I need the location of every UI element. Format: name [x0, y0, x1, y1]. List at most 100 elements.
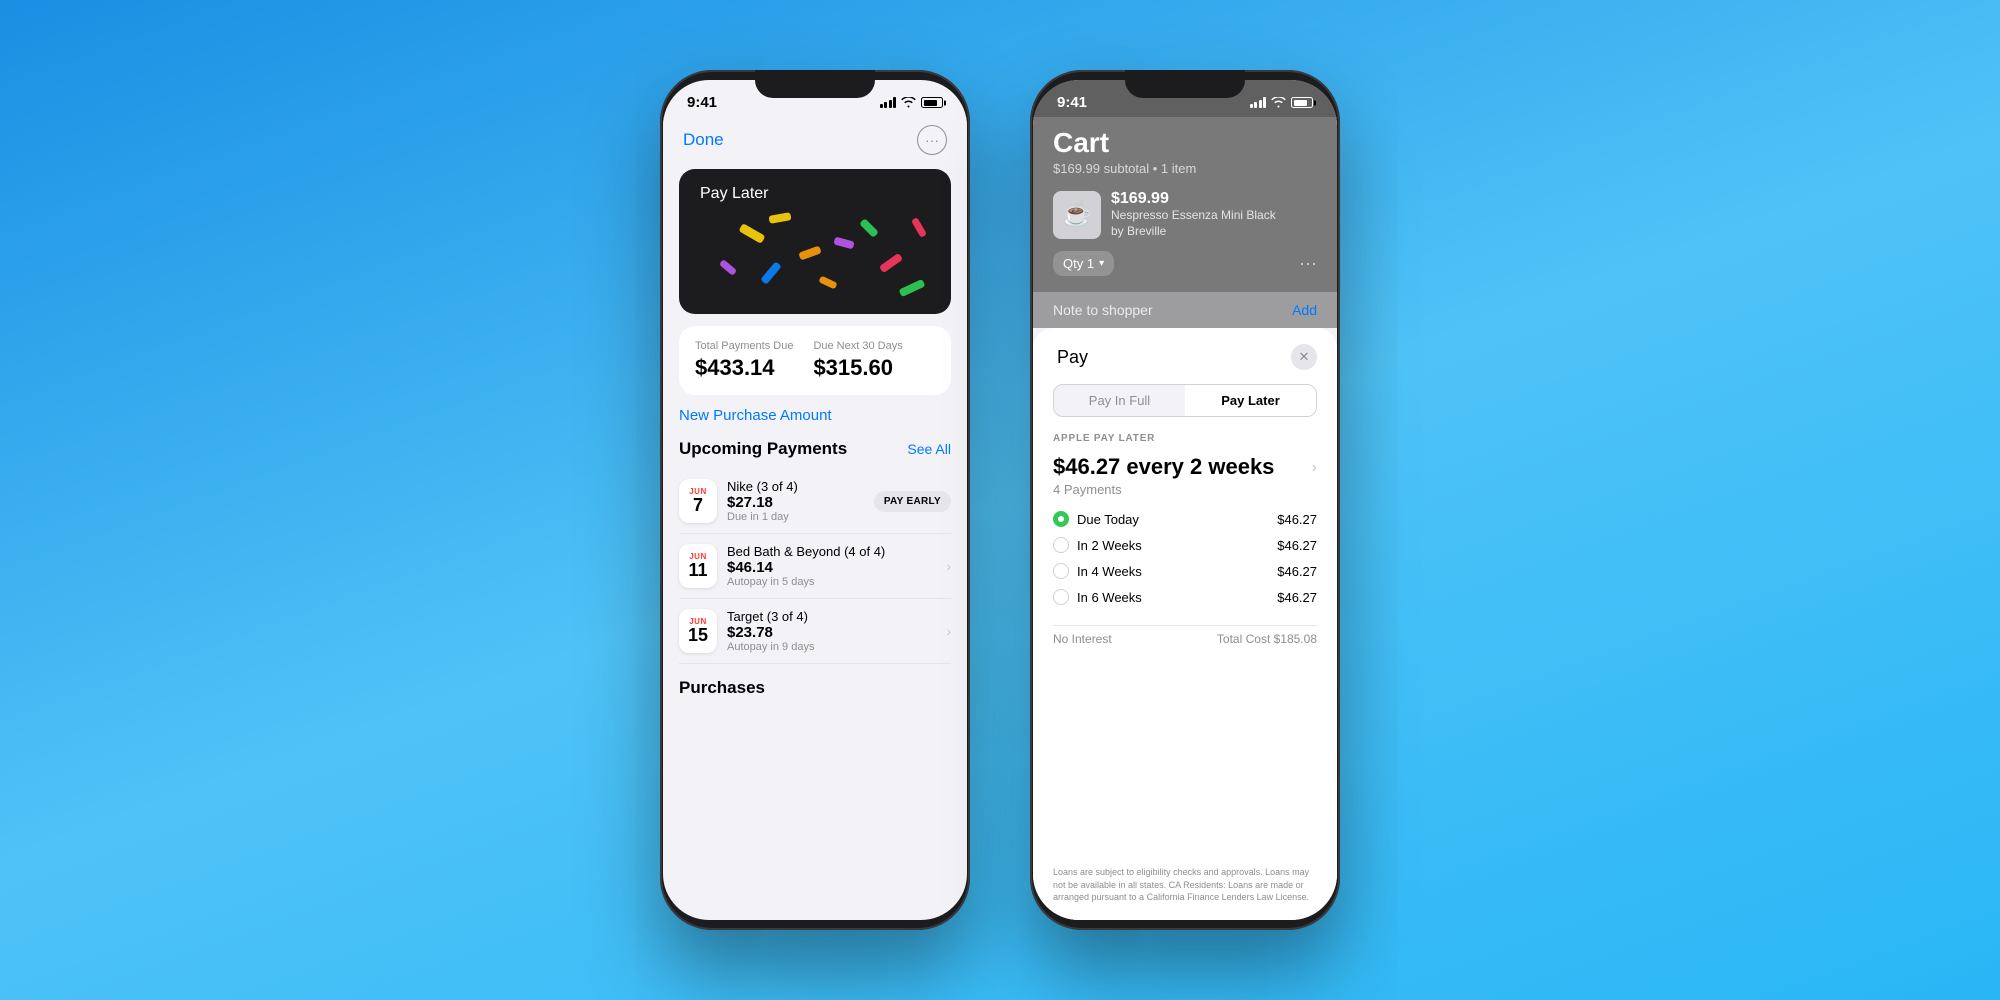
sprinkle-4: [879, 253, 903, 273]
battery-icon-2: [1291, 97, 1313, 108]
note-label: Note to shopper: [1053, 302, 1153, 318]
status-icons-1: [880, 97, 944, 108]
total-amount: $433.14: [695, 355, 793, 381]
wifi-icon-1: [901, 97, 916, 108]
phone-1: 9:41 Done ···: [660, 70, 970, 930]
payment-count: 4 Payments: [1053, 482, 1317, 497]
payment-item-nike[interactable]: JUN 7 Nike (3 of 4) $27.18 Due in 1 day …: [679, 469, 951, 534]
schedule-left-1: Due Today: [1053, 511, 1139, 527]
schedule-item-4: In 6 Weeks $46.27: [1053, 589, 1317, 605]
bbb-info: Bed Bath & Beyond (4 of 4) $46.14 Autopa…: [727, 544, 936, 588]
total-cost-label: Total Cost $185.08: [1217, 632, 1317, 646]
schedule-left-2: In 2 Weeks: [1053, 537, 1142, 553]
bbb-merchant: Bed Bath & Beyond (4 of 4): [727, 544, 936, 559]
target-chevron-icon: ›: [946, 623, 951, 639]
apple-pay-logo: Pay: [1053, 347, 1088, 368]
total-label: Total Payments Due: [695, 340, 793, 352]
payment-item-bbb[interactable]: JUN 11 Bed Bath & Beyond (4 of 4) $46.14…: [679, 534, 951, 599]
sprinkle-10: [899, 279, 926, 297]
pay-full-tab[interactable]: Pay In Full: [1054, 385, 1185, 416]
no-interest-row: No Interest Total Cost $185.08: [1053, 632, 1317, 646]
upcoming-title: Upcoming Payments: [679, 439, 847, 459]
note-row: Note to shopper Add: [1033, 292, 1337, 328]
schedule-left-3: In 4 Weeks: [1053, 563, 1142, 579]
qty-selector[interactable]: Qty 1 ▾: [1053, 251, 1114, 276]
sprinkle-1: [738, 223, 765, 244]
done-button[interactable]: Done: [683, 130, 724, 150]
payment-list: JUN 7 Nike (3 of 4) $27.18 Due in 1 day …: [663, 469, 967, 664]
phone-1-screen: 9:41 Done ···: [663, 80, 967, 920]
signal-icon-2: [1250, 97, 1267, 108]
more-button[interactable]: ···: [917, 125, 947, 155]
cart-item-name: Nespresso Essenza Mini Black by Breville: [1111, 208, 1276, 239]
nespresso-icon: ☕: [1062, 200, 1092, 229]
qty-label: Qty 1: [1063, 256, 1094, 271]
bbb-amount: $46.14: [727, 559, 936, 576]
cart-controls: Qty 1 ▾ ···: [1053, 251, 1317, 276]
nike-amount: $27.18: [727, 494, 864, 511]
pay-early-button[interactable]: PAY EARLY: [874, 491, 951, 512]
sprinkle-2: [798, 245, 821, 260]
new-purchase-anchor[interactable]: New Purchase Amount: [679, 407, 832, 424]
due-next: Due Next 30 Days $315.60: [813, 340, 902, 381]
apl-section-label: APPLE PAY LATER: [1053, 433, 1317, 444]
card-logo-text: Pay Later: [700, 185, 768, 203]
cart-item: ☕ $169.99 Nespresso Essenza Mini Black b…: [1053, 190, 1317, 239]
target-date-badge: JUN 15: [679, 609, 717, 653]
cart-item-info: $169.99 Nespresso Essenza Mini Black by …: [1111, 190, 1276, 239]
bbb-day: 11: [688, 561, 707, 581]
pay-later-tab[interactable]: Pay Later: [1185, 385, 1316, 416]
nike-date-badge: JUN 7: [679, 479, 717, 523]
target-amount: $23.78: [727, 624, 936, 641]
nike-sub: Due in 1 day: [727, 511, 864, 523]
schedule-label-1: Due Today: [1077, 512, 1139, 527]
sprinkle-3: [859, 218, 879, 238]
new-purchase-link[interactable]: New Purchase Amount: [663, 407, 967, 439]
ellipsis-icon: ···: [925, 132, 939, 148]
bbb-chevron-icon: ›: [946, 558, 951, 574]
qty-chevron-icon: ▾: [1099, 258, 1104, 269]
pay-later-card[interactable]: Pay Later: [679, 169, 951, 314]
payment-item-target[interactable]: JUN 15 Target (3 of 4) $23.78 Autopay in…: [679, 599, 951, 664]
phone-1-content: Done ··· Pay Later: [663, 117, 967, 920]
see-all-button[interactable]: See All: [907, 441, 951, 457]
target-merchant: Target (3 of 4): [727, 609, 936, 624]
target-info: Target (3 of 4) $23.78 Autopay in 9 days: [727, 609, 936, 653]
sheet-header: Pay ✕: [1053, 344, 1317, 370]
phone-2: 9:41 Cart $169.99 subtotal • 1 item: [1030, 70, 1340, 930]
schedule-amount-1: $46.27: [1277, 512, 1317, 527]
schedule-item-1: Due Today $46.27: [1053, 511, 1317, 527]
next-label: Due Next 30 Days: [813, 340, 902, 352]
cart-price: $169.99: [1111, 190, 1276, 208]
phone-2-screen: 9:41 Cart $169.99 subtotal • 1 item: [1033, 80, 1337, 920]
total-payments: Total Payments Due $433.14: [695, 340, 793, 381]
apple-pay-text: Pay: [1057, 347, 1088, 368]
apple-pay-sheet: Pay ✕ Pay In Full Pay Later APPLE PAY LA…: [1033, 328, 1337, 920]
no-interest-label: No Interest: [1053, 632, 1112, 646]
nike-merchant: Nike (3 of 4): [727, 479, 864, 494]
sprinkle-9: [911, 217, 927, 238]
sprinkle-5: [833, 237, 854, 250]
legal-text: Loans are subject to eligibility checks …: [1053, 866, 1317, 904]
status-time-1: 9:41: [687, 94, 717, 111]
radio-4weeks: [1053, 563, 1069, 579]
sprinkle-7: [818, 276, 837, 290]
close-button[interactable]: ✕: [1291, 344, 1317, 370]
schedule-amount-4: $46.27: [1277, 590, 1317, 605]
radio-2weeks: [1053, 537, 1069, 553]
phone-2-content: Cart $169.99 subtotal • 1 item ☕ $169.99…: [1033, 117, 1337, 920]
sprinkle-8: [768, 212, 791, 224]
nike-info: Nike (3 of 4) $27.18 Due in 1 day: [727, 479, 864, 523]
divider: [1053, 625, 1317, 626]
bbb-date-badge: JUN 11: [679, 544, 717, 588]
schedule-amount-3: $46.27: [1277, 564, 1317, 579]
cart-more-icon[interactable]: ···: [1299, 253, 1317, 274]
nav-bar-1: Done ···: [663, 117, 967, 165]
sprinkle-11: [719, 259, 737, 276]
upcoming-header: Upcoming Payments See All: [663, 439, 967, 469]
bbb-sub: Autopay in 5 days: [727, 576, 936, 588]
note-add-button[interactable]: Add: [1292, 302, 1317, 318]
schedule-list: Due Today $46.27 In 2 Weeks $46.27: [1053, 511, 1317, 605]
cart-backdrop: Cart $169.99 subtotal • 1 item ☕ $169.99…: [1033, 117, 1337, 292]
cart-title: Cart: [1053, 127, 1317, 159]
